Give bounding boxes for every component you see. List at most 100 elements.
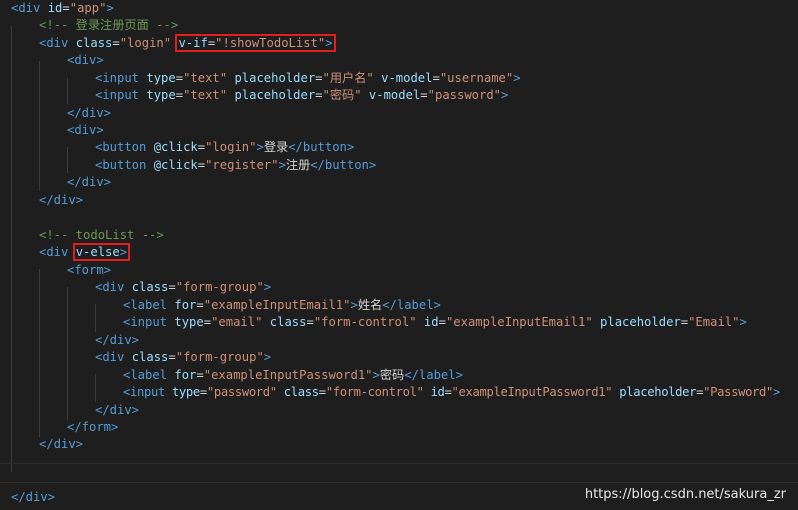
string-token: "register" [205,158,279,172]
code-editor[interactable]: <div id="app"> <!-- 登录注册页面 --> <div clas… [0,0,798,510]
code-line-5[interactable]: <input type="text" placeholder="用户名" v-m… [95,70,521,87]
code-line-3[interactable]: <div class="login" v-if="!showTodoList"> [39,34,336,52]
equals-token: = [680,315,689,329]
tag-token: </div> [95,333,140,347]
equals-token: = [197,140,206,154]
tag-token: > [263,280,272,294]
tag-token: <div> [67,53,104,67]
string-token: "Email" [688,315,740,329]
code-line-22[interactable]: <label for="exampleInputPassword1">密码</l… [123,367,463,384]
equals-token: = [196,298,204,312]
string-token: "text" [183,71,228,85]
tag-token: <input [95,88,140,102]
code-line-2[interactable]: <!-- 登录注册页面 --> [39,17,178,34]
tag-token: <div [39,245,69,259]
current-line-highlight [0,463,798,483]
tag-token: > [501,88,509,102]
tag-token: > [350,298,358,312]
code-line-14[interactable]: <!-- todoList --> [39,227,164,244]
attr-token: id [47,1,63,15]
code-line-21[interactable]: <div class="form-group"> [95,349,271,366]
text-token: 登录 [263,140,289,154]
text-token: 注册 [285,158,311,172]
code-line-15[interactable]: <div v-else> [39,243,131,261]
string-token: "password" [427,88,502,102]
equals-token: = [196,368,204,382]
equals-token: = [175,88,184,102]
code-line-25[interactable]: </form> [67,419,118,436]
indent-guide [11,26,12,472]
attr-token: placeholder [234,88,316,102]
attr-token: @click [153,158,198,172]
string-token: "用户名" [322,71,374,85]
tag-token: > [106,1,114,15]
attr-token: @click [153,140,198,154]
code-line-11[interactable]: </div> [67,174,111,191]
highlight-box-v-else: v-else> [72,243,131,261]
string-token: "Password" [703,385,774,399]
equals-token: = [315,88,323,102]
string-token: "form-control" [325,385,424,399]
tag-token: </div> [11,490,56,504]
code-line-16[interactable]: <form> [67,262,111,279]
attr-token: for [174,368,197,382]
tag-token: <button [95,158,147,172]
code-line-17[interactable]: <div class="form-group"> [95,279,271,296]
code-line-4[interactable]: <div> [67,52,104,69]
equals-token: = [315,71,323,85]
tag-token: </label> [382,298,441,312]
attr-token: v-else [75,245,120,259]
equals-token: = [438,315,446,329]
comment-token: <!-- todoList --> [39,228,164,242]
string-token: "login" [205,140,257,154]
tag-token: <label [123,368,168,382]
attr-token: id [423,315,439,329]
code-line-10[interactable]: <button @click="register">注册</button> [95,157,376,174]
code-line-18[interactable]: <label for="exampleInputEmail1">姓名</labe… [123,297,441,314]
comment-token: <!-- 登录注册页面 --> [39,18,179,32]
tag-token: > [263,350,272,364]
tag-token: <button [95,140,147,154]
attr-token: class [269,315,307,329]
indent-guide [39,61,40,191]
tag-token: </div> [67,106,112,120]
code-line-24[interactable]: </div> [95,402,139,419]
tag-token: <label [123,298,168,312]
code-line-1[interactable]: <div id="app"> [11,0,114,17]
equals-token: = [420,88,428,102]
attr-token: type [174,315,204,329]
code-line-8[interactable]: <div> [67,122,104,139]
tag-token: </form> [67,420,119,434]
tag-token: > [278,158,286,172]
tag-token: </button> [310,158,377,172]
text-token: 密码 [379,368,405,382]
attr-token: class [75,36,113,50]
string-token: "password" [206,385,277,399]
equals-token: = [432,71,440,85]
attr-token: for [174,298,197,312]
code-line-9[interactable]: <button @click="login">登录</button> [95,139,354,156]
tag-token: > [773,385,781,399]
code-line-6[interactable]: <input type="text" placeholder="密码" v-mo… [95,87,508,104]
code-line-12[interactable]: </div> [39,192,83,209]
indent-guide [95,304,96,332]
tag-token: </label> [404,368,463,382]
attr-token: v-if [178,36,208,50]
code-line-23[interactable]: <input type="password" class="form-contr… [123,384,780,401]
attr-token: class [131,350,169,364]
code-line-20[interactable]: </div> [95,332,139,349]
indent-guide [67,78,68,104]
code-line-19[interactable]: <input type="email" class="form-control"… [123,314,747,331]
code-line-29[interactable]: </div> [11,489,55,506]
string-token: "!showTodoList" [215,36,326,50]
tag-token: <div [39,36,69,50]
attr-token: v-model [368,88,421,102]
string-token: "login" [119,36,172,50]
code-line-7[interactable]: </div> [67,105,111,122]
string-token: "form-group" [175,280,264,294]
code-line-26[interactable]: </div> [39,436,83,453]
tag-token: > [739,315,747,329]
attr-token: type [146,88,176,102]
equals-token: = [168,280,176,294]
string-token: "exampleInputEmail1" [445,315,593,329]
